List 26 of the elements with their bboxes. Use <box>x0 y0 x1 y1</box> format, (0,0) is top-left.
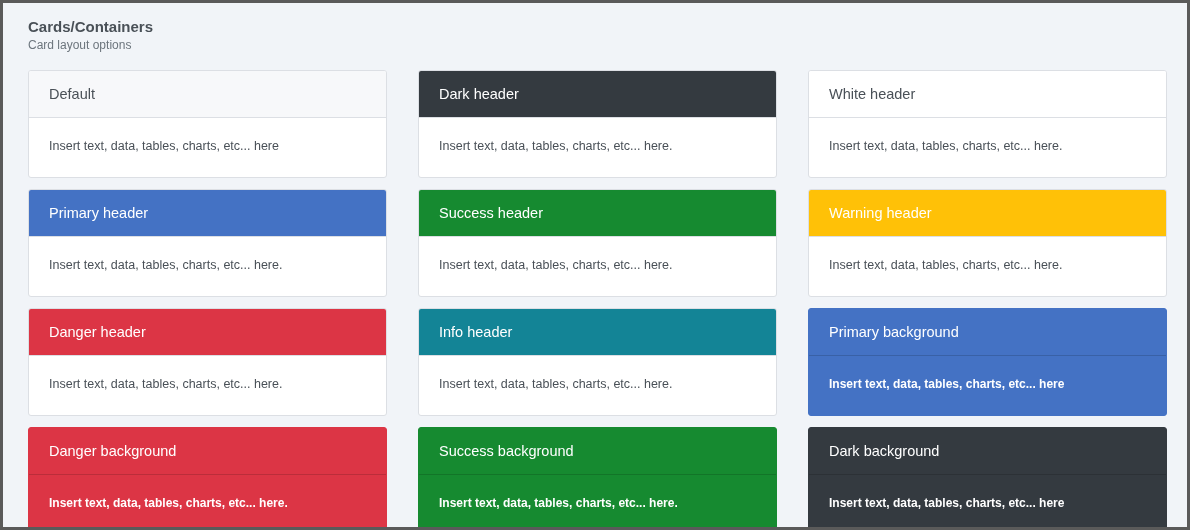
card-header: Warning header <box>809 190 1166 237</box>
card-body-text: Insert text, data, tables, charts, etc... here. <box>48 257 284 272</box>
card-header: Success header <box>419 190 776 237</box>
card-body-text: Insert text, data, tables, charts, etc... here. <box>438 495 679 510</box>
card-body-text: Insert text, data, tables, charts, etc... here. <box>828 257 1064 272</box>
card-body-text: Insert text, data, tables, charts, etc... here. <box>438 257 674 272</box>
page-subtitle: Card layout options <box>28 38 133 52</box>
card-header: Danger header <box>29 309 386 356</box>
card-body-text: Insert text, data, tables, charts, etc... here <box>828 376 1066 391</box>
page-title: Cards/Containers <box>28 18 155 35</box>
card-header: Primary background <box>809 309 1166 356</box>
card-body-text: Insert text, data, tables, charts, etc... here. <box>438 376 674 391</box>
card-body-text: Insert text, data, tables, charts, etc... here <box>828 495 1066 510</box>
card-header: Info header <box>419 309 776 356</box>
card-header: Success background <box>419 428 776 475</box>
card-body-text: Insert text, data, tables, charts, etc... here. <box>48 376 284 391</box>
card-body-text: Insert text, data, tables, charts, etc... here. <box>48 495 289 510</box>
card-header: White header <box>809 71 1166 118</box>
card-body-text: Insert text, data, tables, charts, etc... here. <box>438 138 674 153</box>
card-body-text: Insert text, data, tables, charts, etc... here <box>48 138 280 153</box>
card-header: Primary header <box>29 190 386 237</box>
card-header: Danger background <box>29 428 386 475</box>
card-body-text: Insert text, data, tables, charts, etc... here. <box>828 138 1064 153</box>
card-header: Dark background <box>809 428 1166 475</box>
card-header: Default <box>29 71 386 118</box>
card-header: Dark header <box>419 71 776 118</box>
